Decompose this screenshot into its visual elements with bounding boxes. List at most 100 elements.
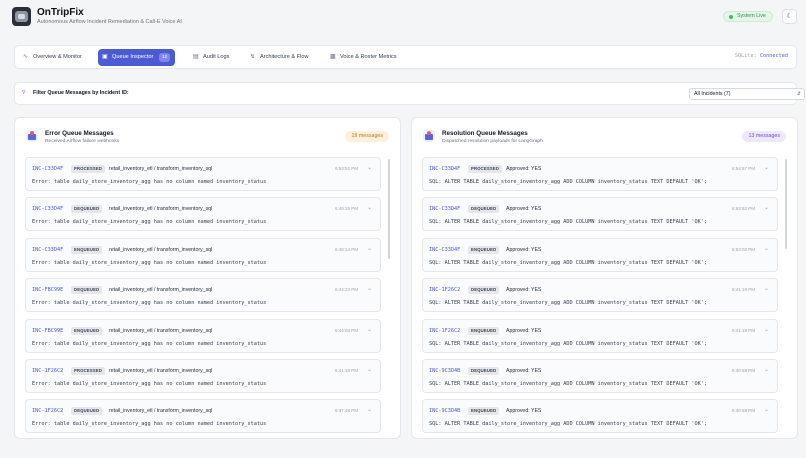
incident-id: INC-FBC99E (32, 327, 64, 334)
bar-chart-icon: ▩ (330, 54, 336, 60)
queue-message-item[interactable]: INC-C33D4F PROCESSED retail_inventory_etl … (25, 157, 381, 191)
error-queue-icon (26, 130, 38, 142)
queue-message-item[interactable]: INC-1F26C2 ENQUEUED Approved: YES 6:41:18 P… (422, 318, 778, 353)
message-summary: Approved: YES (506, 206, 542, 213)
error-queue-panel: Error Queue Messages Received Airflow fa… (14, 117, 401, 439)
queue-message-item[interactable]: INC-C33D4F ENQUEUED Approved: YES 6:53:02 P… (422, 237, 778, 272)
status-badge: DEQUEUED (71, 286, 103, 295)
message-timestamp: 6:41:18 PM (334, 367, 358, 373)
queue-message-item[interactable]: INC-9C3D4B ENQUEUED Approved: YES 6:30:58 P… (422, 399, 778, 434)
message-summary: Approved: YES (506, 287, 542, 294)
status-badge: ENQUEUED (468, 326, 500, 335)
status-badge: ENQUEUED (71, 326, 103, 335)
incident-id: INC-9C3D4B (429, 408, 461, 415)
status-badge: PROCESSED (71, 165, 106, 173)
message-summary: retail_inventory_etl / transform_invento… (109, 367, 213, 374)
app-title: OnTripFix (37, 7, 84, 18)
scrollbar[interactable] (785, 159, 787, 249)
message-detail: SQL: ALTER TABLE daily_store_inventory_a… (429, 219, 707, 226)
incident-id: INC-1F26C2 (32, 408, 64, 415)
tab-queue-inspector[interactable]: ▣ Queue Inspector 12 (98, 49, 176, 66)
message-detail: Error: table daily_store_inventory_agg h… (32, 340, 267, 347)
system-status-label: System Live (737, 13, 766, 19)
queue-message-item[interactable]: INC-C33D4F DEQUEUED retail_inventory_etl /… (25, 197, 381, 232)
message-timestamp: 6:41:18 PM (731, 327, 755, 333)
incident-id: INC-1F26C2 (429, 327, 461, 334)
queue-message-item[interactable]: INC-1F26C2 DEQUEUED Approved: YES 6:41:18 P… (422, 278, 778, 313)
tab-overview-monitor[interactable]: ∿ Overview & Monitor (19, 49, 86, 66)
message-timestamp: 6:37:48 PM (334, 408, 358, 414)
message-summary: Approved: YES (506, 367, 542, 374)
queue-message-item[interactable]: INC-1F26C2 PROCESSED retail_inventory_etl … (25, 358, 381, 393)
filter-label: Filter Queue Messages by Incident ID: (33, 90, 129, 96)
tab-label: Audit Logs (203, 54, 230, 60)
queue-message-item[interactable]: INC-9C3D4B DEQUEUED Approved: YES 6:30:58 P… (422, 358, 778, 393)
tab-label: Voice & Roster Metrics (340, 54, 397, 60)
workflow-icon: ↯ (250, 54, 256, 60)
resolution-queue-icon (423, 130, 435, 142)
message-count-badge: 19 messages (345, 131, 389, 142)
status-badge: DEQUEUED (468, 286, 500, 295)
theme-toggle-button[interactable]: ☾ (782, 9, 797, 24)
status-badge: ENQUEUED (468, 407, 500, 416)
chevron-down-icon[interactable]: ⌄ (367, 204, 372, 211)
queue-message-item[interactable]: INC-C33D4F PROCESSED Approved: YES 6:54:57 … (422, 157, 778, 191)
tab-voice-roster-metrics[interactable]: ▩ Voice & Roster Metrics (326, 49, 401, 66)
chevron-down-icon[interactable]: ⌄ (764, 164, 769, 171)
incident-id: INC-FBC99E (32, 287, 64, 294)
chevron-down-icon[interactable]: ⌄ (367, 285, 372, 292)
message-summary: Approved: YES (506, 166, 542, 172)
chevron-down-icon[interactable]: ⌄ (764, 285, 769, 292)
system-status-badge: System Live (723, 11, 773, 22)
incident-filter-select[interactable]: All Incidents (7) ⇵ (689, 88, 805, 100)
inbox-icon: ▣ (102, 54, 108, 60)
tab-label: Overview & Monitor (33, 54, 82, 60)
message-summary: Approved: YES (506, 246, 542, 253)
chevron-down-icon[interactable]: ⌄ (764, 406, 769, 413)
panel-title: Error Queue Messages (45, 130, 114, 137)
message-summary: retail_inventory_etl / transform_invento… (109, 327, 213, 334)
message-summary: retail_inventory_etl / transform_invento… (109, 166, 213, 172)
db-connection-status: SQLite: Connected (735, 53, 788, 59)
incident-id: INC-C33D4F (32, 206, 64, 213)
chevron-down-icon[interactable]: ⌄ (764, 204, 769, 211)
message-timestamp: 6:30:58 PM (731, 367, 755, 373)
tab-count-badge: 12 (159, 53, 171, 62)
chevron-down-icon[interactable]: ⌄ (367, 406, 372, 413)
queue-message-item[interactable]: INC-C33D4F ENQUEUED retail_inventory_etl /… (25, 237, 381, 272)
chevron-down-icon[interactable]: ⌄ (764, 245, 769, 252)
tab-audit-logs[interactable]: ▤ Audit Logs (189, 49, 233, 66)
message-detail: SQL: ALTER TABLE daily_store_inventory_a… (429, 340, 707, 347)
chevron-down-icon[interactable]: ⌄ (367, 245, 372, 252)
queue-message-item[interactable]: INC-FBC99E ENQUEUED retail_inventory_etl /… (25, 318, 381, 353)
tab-architecture-flow[interactable]: ↯ Architecture & Flow (246, 49, 313, 66)
filter-icon: ▿ (22, 89, 26, 96)
activity-icon: ∿ (23, 54, 29, 60)
message-summary: retail_inventory_etl / transform_invento… (109, 287, 213, 294)
chevron-down-icon[interactable]: ⌄ (367, 326, 372, 333)
status-badge: DEQUEUED (468, 366, 500, 375)
message-detail: Error: table daily_store_inventory_agg h… (32, 421, 267, 428)
app-subtitle: Autonomous Airflow Incident Remediation … (37, 19, 182, 25)
incident-filter-value: All Incidents (7) (694, 91, 731, 97)
message-summary: retail_inventory_etl / transform_invento… (109, 206, 213, 213)
resolution-message-list[interactable]: INC-C33D4F PROCESSED Approved: YES 6:54:57 … (422, 157, 788, 438)
error-message-list[interactable]: INC-C33D4F PROCESSED retail_inventory_etl … (25, 157, 391, 438)
message-count-badge: 13 messages (742, 131, 786, 142)
queue-message-item[interactable]: INC-FBC99E DEQUEUED retail_inventory_etl /… (25, 278, 381, 313)
tab-label: Architecture & Flow (260, 54, 309, 60)
status-badge: DEQUEUED (71, 407, 103, 416)
message-timestamp: 6:53:52 PM (334, 166, 358, 171)
chevron-down-icon[interactable]: ⌄ (367, 164, 372, 171)
message-timestamp: 6:30:58 PM (731, 408, 755, 414)
queue-message-item[interactable]: INC-1F26C2 DEQUEUED retail_inventory_etl /… (25, 399, 381, 434)
message-timestamp: 6:44:03 PM (334, 327, 358, 333)
status-badge: DEQUEUED (468, 205, 500, 214)
file-text-icon: ▤ (193, 54, 199, 60)
message-summary: retail_inventory_etl / transform_invento… (109, 408, 213, 415)
chevron-down-icon[interactable]: ⌄ (764, 366, 769, 373)
chevron-down-icon[interactable]: ⌄ (764, 326, 769, 333)
scrollbar[interactable] (388, 159, 390, 259)
chevron-down-icon[interactable]: ⌄ (367, 366, 372, 373)
queue-message-item[interactable]: INC-C33D4F DEQUEUED Approved: YES 6:53:52 P… (422, 197, 778, 232)
